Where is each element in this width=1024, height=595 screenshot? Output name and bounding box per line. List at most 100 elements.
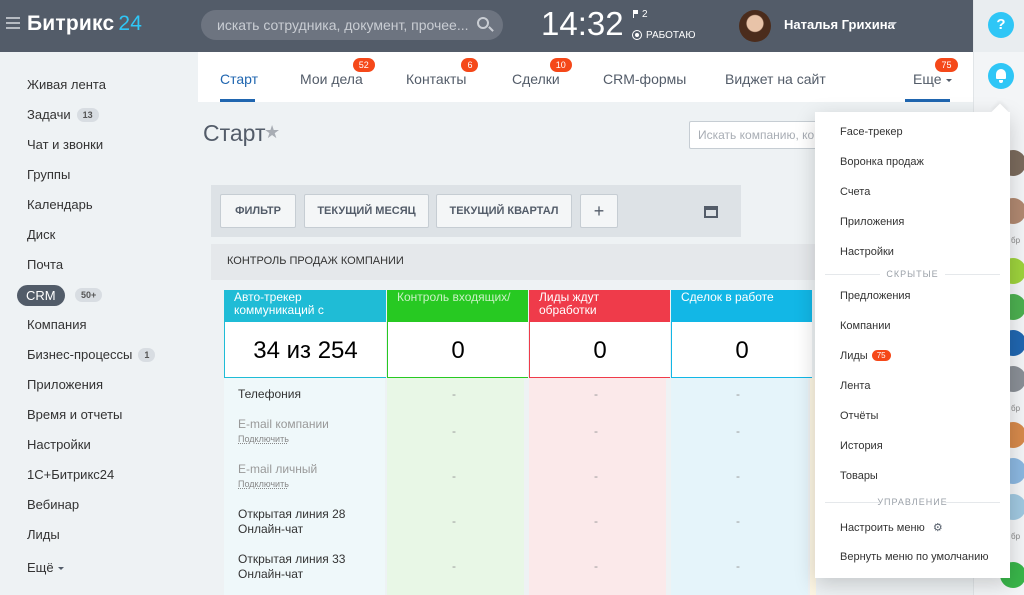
tasks-flag[interactable]: 2 [633, 9, 648, 20]
contact-label: бр [1011, 532, 1021, 541]
sidebar-item-label: Задачи [27, 107, 71, 122]
current-month-button[interactable]: ТЕКУЩИЙ МЕСЯЦ [304, 194, 429, 228]
add-widget-button[interactable]: + [580, 194, 618, 228]
widget-incoming-control[interactable]: Контроль входящих/ 0 [387, 290, 528, 378]
tab-badge: 52 [352, 58, 375, 72]
tab-label: Старт [220, 71, 259, 87]
notification-bell-icon[interactable] [988, 63, 1014, 89]
row-label: E-mail личный [238, 462, 318, 476]
sidebar-item-calendar[interactable]: Календарь [27, 197, 93, 212]
sidebar-item-disk[interactable]: Диск [27, 227, 55, 242]
sidebar-item-leads[interactable]: Лиды [27, 527, 60, 542]
contact-label: бр [1011, 236, 1021, 245]
sidebar-item-settings[interactable]: Настройки [27, 437, 91, 452]
counter-badge: 50+ [75, 288, 103, 302]
sidebar-item-label: Группы [27, 167, 71, 182]
tab-my-activities[interactable]: Мои дела 52 [300, 58, 375, 87]
menu-item-products[interactable]: Товары [840, 470, 878, 482]
leads-badge: 75 [871, 350, 891, 361]
menu-item-face-tracker[interactable]: Face-трекер [840, 126, 903, 138]
tab-label: Мои дела [300, 71, 363, 87]
cell-value: - [452, 387, 456, 401]
filter-button[interactable]: ФИЛЬТР [220, 194, 296, 228]
sidebar-item-tasks[interactable]: Задачи 13 [27, 107, 99, 122]
menu-item-quotes[interactable]: Предложения [840, 290, 911, 302]
widget-title: Сделок в работе [671, 290, 812, 322]
logo-text: Битрикс [27, 12, 115, 35]
current-quarter-button[interactable]: ТЕКУЩИЙ КВАРТАЛ [436, 194, 572, 228]
connect-link[interactable]: Подключить [238, 434, 329, 444]
sidebar-item-1c[interactable]: 1С+Битрикс24 [27, 467, 114, 482]
row-sublabel: Онлайн-чат [238, 522, 304, 536]
widget-deals-in-progress[interactable]: Сделок в работе 0 [671, 290, 812, 378]
menu-item-companies[interactable]: Компании [840, 320, 891, 332]
cell-value: - [736, 387, 740, 401]
sidebar-item-groups[interactable]: Группы [27, 167, 70, 182]
sidebar-item-label: Почта [27, 257, 64, 272]
cell-value: - [452, 424, 456, 438]
manage-section-label: УПРАВЛЕНИЕ [815, 497, 1010, 507]
reset-menu-item[interactable]: Вернуть меню по умолчанию [840, 551, 988, 563]
sidebar-item-bizproc[interactable]: Бизнес-процессы 1 [27, 347, 156, 362]
calendar-icon[interactable] [704, 206, 718, 218]
hidden-section-label: СКРЫТЫЕ [815, 269, 1010, 279]
widget-leads-waiting[interactable]: Лиды ждут обработки 0 [529, 290, 670, 378]
widget-body: 0 [671, 321, 812, 378]
tab-start[interactable]: Старт [220, 71, 258, 87]
sidebar-item-more[interactable]: Ещё [27, 560, 64, 575]
cell-value: - [594, 559, 598, 573]
tab-label: Контакты [406, 71, 467, 87]
tab-more[interactable]: Еще 75 [913, 58, 958, 87]
cell-value: - [736, 424, 740, 438]
menu-burger-icon[interactable] [6, 17, 20, 29]
logo-number: 24 [118, 12, 143, 35]
tab-site-widget[interactable]: Виджет на сайт [725, 71, 826, 87]
menu-item-invoices[interactable]: Счета [840, 186, 870, 198]
company-search-input[interactable]: Искать компанию, ко [689, 121, 829, 149]
sidebar-item-apps[interactable]: Приложения [27, 377, 103, 392]
menu-item-feed[interactable]: Лента [840, 380, 870, 392]
sidebar-item-crm[interactable]: CRM [17, 285, 65, 306]
menu-item-sales-funnel[interactable]: Воронка продаж [840, 156, 924, 168]
configure-menu-item[interactable]: Настроить меню ⚙ [840, 521, 943, 534]
widget-value: 34 из 254 [253, 337, 358, 364]
sales-control-header: КОНТРОЛЬ ПРОДАЖ КОМПАНИИ [211, 244, 831, 280]
logo[interactable]: Битрикс 24 [27, 12, 142, 36]
page-title: Старт [203, 120, 266, 146]
menu-item-applications[interactable]: Приложения [840, 216, 904, 228]
search-icon[interactable] [477, 17, 489, 29]
sidebar-item-time-reports[interactable]: Время и отчеты [27, 407, 122, 422]
sidebar-item-chat[interactable]: Чат и звонки [27, 137, 103, 152]
user-name[interactable]: Наталья Грихина [784, 17, 895, 32]
row-label: Телефония [238, 387, 301, 401]
table-row: Открытая линия 33 Онлайн-чат [238, 552, 345, 582]
menu-item-settings[interactable]: Настройки [840, 246, 894, 258]
sidebar-item-company[interactable]: Компания [27, 317, 87, 332]
row-sublabel: Онлайн-чат [238, 567, 304, 581]
tab-label: Сделки [512, 71, 560, 87]
menu-item-leads[interactable]: Лиды 75 [840, 350, 891, 362]
help-icon[interactable]: ? [988, 12, 1014, 38]
widget-auto-tracker[interactable]: Авто-трекер коммуникаций с 34 из 254 [224, 290, 386, 378]
table-row: E-mail личный Подключить [238, 462, 317, 489]
tab-deals[interactable]: Сделки 10 [512, 58, 572, 87]
sidebar-item-mail[interactable]: Почта [27, 257, 63, 272]
menu-item-reports[interactable]: Отчёты [840, 410, 878, 422]
search-input[interactable]: искать сотрудника, документ, прочее... [201, 10, 503, 40]
connect-link[interactable]: Подключить [238, 479, 317, 489]
widget-title: Контроль входящих/ [387, 290, 528, 322]
avatar[interactable] [739, 10, 771, 42]
status-text: РАБОТАЮ [646, 30, 696, 41]
chevron-down-icon[interactable] [889, 22, 897, 26]
sidebar-item-live-feed[interactable]: Живая лента [27, 77, 106, 92]
menu-item-history[interactable]: История [840, 440, 883, 452]
sidebar-item-webinar[interactable]: Вебинар [27, 497, 79, 512]
clock[interactable]: 14:32 [541, 5, 624, 43]
tab-crm-forms[interactable]: CRM-формы [603, 71, 686, 87]
work-status[interactable]: РАБОТАЮ [632, 30, 695, 41]
sidebar-item-label: CRM [26, 288, 56, 303]
tab-contacts[interactable]: Контакты 6 [406, 58, 479, 87]
row-label: Открытая линия 28 [238, 507, 346, 521]
flag-icon [633, 10, 638, 18]
star-icon[interactable]: ★ [264, 122, 280, 143]
